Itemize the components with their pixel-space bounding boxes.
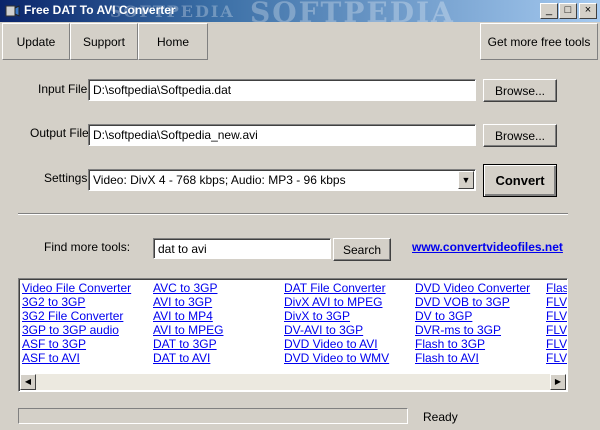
scroll-left-arrow-icon[interactable]: ◀	[20, 374, 36, 390]
tool-link[interactable]: DAT File Converter	[284, 281, 389, 295]
input-file-label: Input File	[38, 82, 88, 96]
scroll-right-arrow-icon[interactable]: ▶	[550, 374, 566, 390]
output-file-label: Output File	[30, 126, 89, 140]
tool-link[interactable]: DVD VOB to 3GP	[415, 295, 530, 309]
browse-output-button[interactable]: Browse...	[483, 124, 557, 147]
link-column-5: Flash FLV FLV FLV FLV FLV	[546, 281, 567, 365]
tool-link[interactable]: FLV	[546, 309, 567, 323]
link-column-4: DVD Video Converter DVD VOB to 3GP DV to…	[415, 281, 530, 365]
convertvideofiles-link[interactable]: www.convertvideofiles.net	[412, 240, 563, 254]
update-button[interactable]: Update	[2, 23, 70, 60]
horizontal-scrollbar[interactable]: ◀ ▶	[20, 374, 566, 390]
tool-link[interactable]: DivX to 3GP	[284, 309, 389, 323]
tool-link[interactable]: 3G2 File Converter	[22, 309, 131, 323]
watermark-text: SOFTPEDIA	[110, 2, 235, 21]
tool-link[interactable]: ASF to 3GP	[22, 337, 131, 351]
link-column-2: AVC to 3GP AVI to 3GP AVI to MP4 AVI to …	[153, 281, 223, 365]
settings-dropdown[interactable]: Video: DivX 4 - 768 kbps; Audio: MP3 - 9…	[88, 169, 476, 191]
close-button[interactable]: ×	[579, 3, 597, 19]
tool-link[interactable]: DAT to 3GP	[153, 337, 223, 351]
tool-link[interactable]: DivX AVI to MPEG	[284, 295, 389, 309]
support-button[interactable]: Support	[70, 23, 138, 60]
chevron-down-icon[interactable]: ▼	[458, 171, 474, 189]
tool-link[interactable]: DV-AVI to 3GP	[284, 323, 389, 337]
maximize-button[interactable]: □	[559, 3, 577, 19]
status-text: Ready	[423, 410, 458, 424]
tool-link[interactable]: DVD Video to AVI	[284, 337, 389, 351]
minimize-button[interactable]: _	[540, 3, 558, 19]
separator	[18, 213, 568, 215]
find-tools-input[interactable]: dat to avi	[153, 238, 331, 259]
tool-link[interactable]: FLV	[546, 351, 567, 365]
app-icon	[5, 5, 20, 17]
tool-link[interactable]: 3G2 to 3GP	[22, 295, 131, 309]
tool-link[interactable]: Flash to 3GP	[415, 337, 530, 351]
tool-link[interactable]: FLV	[546, 295, 567, 309]
tool-link[interactable]: FLV	[546, 337, 567, 351]
find-tools-label: Find more tools:	[44, 240, 131, 254]
settings-label: Settings	[44, 171, 88, 185]
get-more-tools-button[interactable]: Get more free tools	[480, 23, 598, 60]
tool-link[interactable]: Flash to AVI	[415, 351, 530, 365]
tool-link[interactable]: DVD Video Converter	[415, 281, 530, 295]
convert-button[interactable]: Convert	[483, 164, 557, 197]
tool-link[interactable]: DVD Video to WMV	[284, 351, 389, 365]
tool-link[interactable]: Flash	[546, 281, 567, 295]
tool-link[interactable]: 3GP to 3GP audio	[22, 323, 131, 337]
tool-link[interactable]: DVR-ms to 3GP	[415, 323, 530, 337]
tool-link[interactable]: Video File Converter	[22, 281, 131, 295]
link-column-3: DAT File Converter DivX AVI to MPEG DivX…	[284, 281, 389, 365]
tool-link[interactable]: FLV	[546, 323, 567, 337]
link-column-1: Video File Converter 3G2 to 3GP 3G2 File…	[22, 281, 131, 365]
input-file-field[interactable]: D:\softpedia\Softpedia.dat	[88, 79, 476, 101]
search-button[interactable]: Search	[333, 238, 391, 261]
tool-link[interactable]: AVI to 3GP	[153, 295, 223, 309]
title-bar: Free DAT To AVI Converter SOFTPEDIA SOFT…	[0, 0, 600, 29]
tool-link[interactable]: AVI to MPEG	[153, 323, 223, 337]
output-file-field[interactable]: D:\softpedia\Softpedia_new.avi	[88, 124, 476, 146]
home-button[interactable]: Home	[138, 23, 208, 60]
browse-input-button[interactable]: Browse...	[483, 79, 557, 102]
tool-link[interactable]: DV to 3GP	[415, 309, 530, 323]
settings-value: Video: DivX 4 - 768 kbps; Audio: MP3 - 9…	[93, 173, 346, 187]
tool-link[interactable]: ASF to AVI	[22, 351, 131, 365]
tool-link[interactable]: AVC to 3GP	[153, 281, 223, 295]
tool-link[interactable]: DAT to AVI	[153, 351, 223, 365]
tools-link-list: Video File Converter 3G2 to 3GP 3G2 File…	[18, 278, 568, 392]
tool-link[interactable]: AVI to MP4	[153, 309, 223, 323]
toolbar: Update Support Home Get more free tools	[0, 22, 600, 60]
progress-bar	[18, 408, 408, 424]
